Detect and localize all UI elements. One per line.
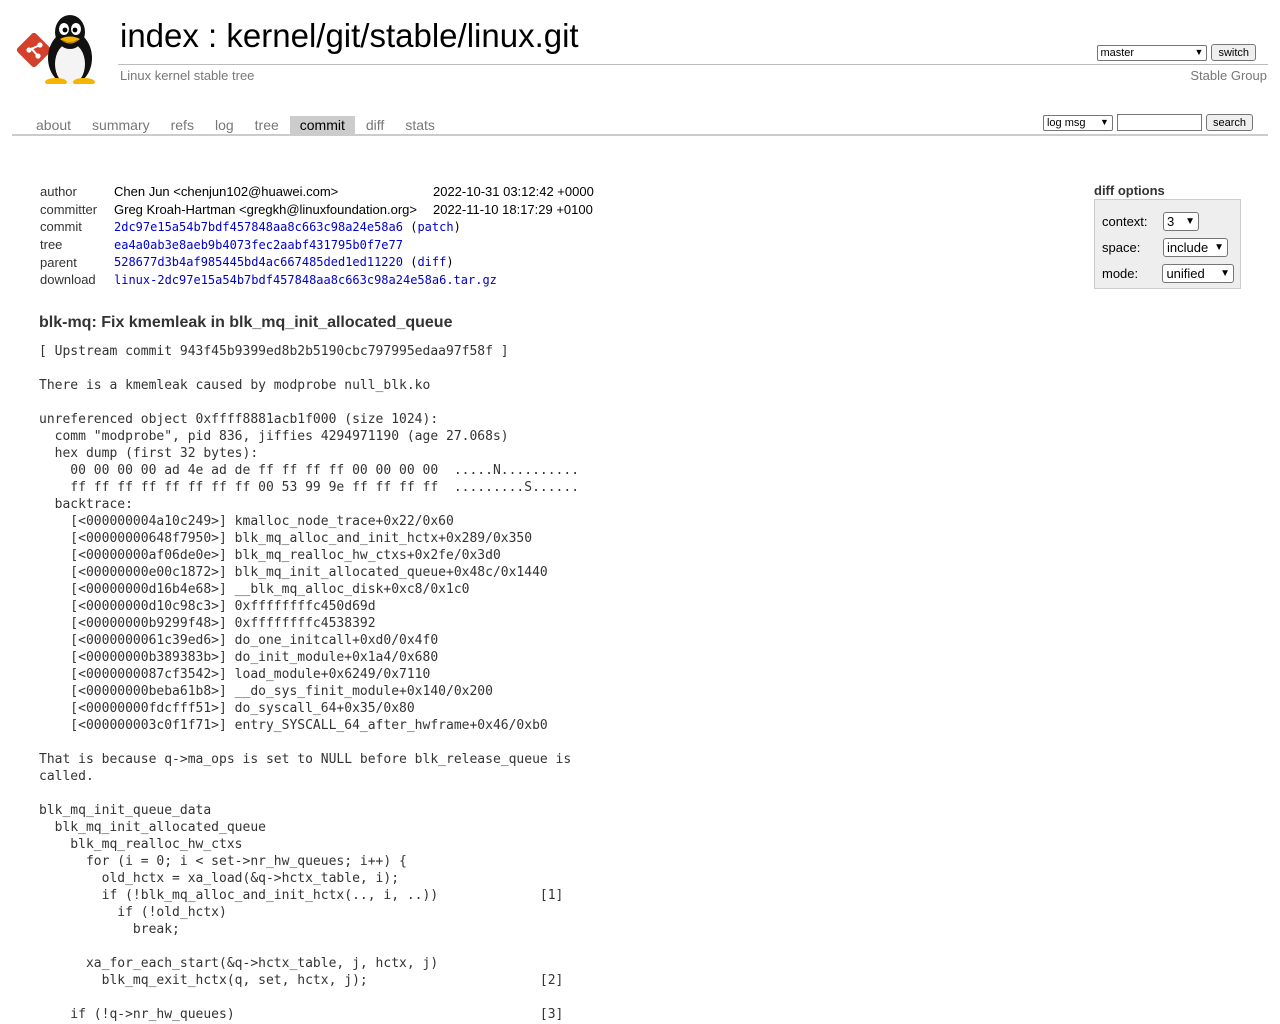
mode-label: mode: [1102, 265, 1139, 281]
repo-link[interactable]: kernel/git/stable/linux.git [226, 17, 578, 54]
tab-refs[interactable]: refs [161, 116, 204, 134]
tree-cell: ea4a0ab3e8aeb9b4073fec2aabf431795b0f7e77 [112, 236, 596, 254]
committer-row: committer Greg Kroah-Hartman <gregkh@lin… [38, 201, 596, 219]
tab-commit[interactable]: commit [289, 116, 355, 134]
context-label: context: [1102, 213, 1148, 229]
tab-stats[interactable]: stats [395, 116, 445, 134]
title-separator: : [198, 17, 227, 54]
committer-date: 2022-11-10 18:17:29 +0100 [432, 201, 593, 217]
diff-link[interactable]: diff [417, 255, 446, 269]
context-select[interactable]: 3 ▼ [1163, 211, 1199, 231]
commit-hash-link[interactable]: 2dc97e15a54b7bdf457848aa8c663c98a24e58a6 [114, 220, 403, 234]
repo-owner[interactable]: Stable Group [1190, 68, 1267, 83]
tab-diff[interactable]: diff [356, 116, 394, 134]
git-tux-logo-icon [16, 15, 95, 86]
mode-value: unified [1166, 265, 1205, 281]
header-divider [118, 64, 1268, 65]
index-link[interactable]: index [120, 17, 199, 54]
branch-switch-form: master ▼ switch [1097, 44, 1256, 61]
parent-hash-link[interactable]: 528677d3b4af985445bd4ac667485ded1ed11220 [114, 255, 403, 269]
commit-subject: blk-mq: Fix kmemleak in blk_mq_init_allo… [39, 314, 453, 331]
commit-label: commit [40, 219, 82, 235]
download-label: download [40, 272, 96, 288]
context-row: context: 3 ▼ [1102, 208, 1234, 234]
patch-link[interactable]: patch [417, 220, 453, 234]
tab-about[interactable]: about [26, 116, 81, 134]
tab-tree[interactable]: tree [245, 116, 289, 134]
author-value: Chen Jun <chenjun102@huawei.com> [114, 184, 339, 200]
mode-select[interactable]: unified ▼ [1162, 263, 1234, 283]
commit-row: commit 2dc97e15a54b7bdf457848aa8c663c98a… [38, 218, 596, 236]
chevron-down-icon: ▼ [1194, 46, 1204, 57]
commit-message: [ Upstream commit 943f45b9399ed8b2b5190c… [39, 344, 580, 1022]
commit-info-table: author Chen Jun <chenjun102@huawei.com> … [38, 183, 596, 289]
diff-options-panel: diff options context: 3 ▼ space: include… [1094, 183, 1241, 289]
committer-value: Greg Kroah-Hartman <gregkh@linuxfoundati… [114, 201, 417, 217]
tabs-list: about summary refs log tree commit diff … [26, 116, 446, 134]
space-row: space: include ▼ [1102, 234, 1234, 260]
tab-summary[interactable]: summary [82, 116, 160, 134]
space-label: space: [1102, 239, 1141, 255]
download-row: download linux-2dc97e15a54b7bdf457848aa8… [38, 271, 596, 289]
owner-link[interactable]: Stable Group [1190, 68, 1267, 83]
chevron-down-icon: ▼ [1185, 215, 1195, 227]
tree-label: tree [40, 237, 63, 253]
search-button[interactable]: search [1205, 114, 1253, 131]
site-logo[interactable] [14, 12, 110, 86]
tree-row: tree ea4a0ab3e8aeb9b4073fec2aabf431795b0… [38, 236, 596, 254]
search-form: log msg ▼ search [1042, 114, 1253, 131]
download-cell: linux-2dc97e15a54b7bdf457848aa8c663c98a2… [112, 271, 596, 289]
space-select[interactable]: include ▼ [1163, 237, 1228, 257]
branch-select-value: master [1100, 46, 1135, 59]
parent-label: parent [40, 254, 77, 270]
switch-button[interactable]: switch [1211, 44, 1256, 61]
context-value: 3 [1167, 213, 1175, 229]
search-mode-select[interactable]: log msg ▼ [1042, 114, 1113, 131]
tab-bar: about summary refs log tree commit diff … [12, 114, 1268, 136]
chevron-down-icon: ▼ [1100, 116, 1109, 127]
committer-label: committer [40, 201, 98, 217]
page-title: index : kernel/git/stable/linux.git [120, 16, 579, 56]
diff-options-title: diff options [1094, 183, 1165, 198]
author-label: author [40, 184, 77, 200]
chevron-down-icon: ▼ [1220, 267, 1230, 279]
tree-hash-link[interactable]: ea4a0ab3e8aeb9b4073fec2aabf431795b0f7e77 [114, 238, 403, 252]
space-value: include [1167, 239, 1209, 255]
author-row: author Chen Jun <chenjun102@huawei.com> … [38, 183, 596, 201]
parent-row: parent 528677d3b4af985445bd4ac667485ded1… [38, 253, 596, 271]
branch-select[interactable]: master ▼ [1097, 44, 1208, 61]
parent-cell: 528677d3b4af985445bd4ac667485ded1ed11220… [114, 255, 454, 270]
diff-options-box: context: 3 ▼ space: include ▼ mode: unif… [1094, 199, 1241, 289]
download-link[interactable]: linux-2dc97e15a54b7bdf457848aa8c663c98a2… [114, 273, 497, 287]
search-input[interactable] [1116, 114, 1202, 131]
repo-description: Linux kernel stable tree [120, 68, 255, 83]
mode-row: mode: unified ▼ [1102, 260, 1234, 286]
search-mode-value: log msg [1046, 116, 1086, 129]
commit-cell: 2dc97e15a54b7bdf457848aa8c663c98a24e58a6… [114, 219, 461, 234]
tab-log[interactable]: log [205, 116, 244, 134]
chevron-down-icon: ▼ [1214, 241, 1224, 253]
author-date: 2022-10-31 03:12:42 +0000 [432, 184, 594, 200]
